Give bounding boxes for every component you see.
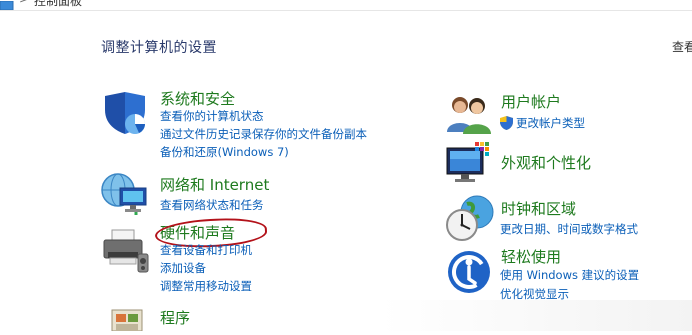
link-view-devices-printers[interactable]: 查看设备和打印机 bbox=[160, 242, 252, 258]
category-title-programs[interactable]: 程序 bbox=[160, 307, 190, 328]
link-recommended-settings[interactable]: 使用 Windows 建议的设置 bbox=[500, 267, 639, 283]
category-title-system-security[interactable]: 系统和安全 bbox=[160, 88, 235, 109]
link-view-network-status[interactable]: 查看网络状态和任务 bbox=[160, 197, 264, 213]
address-bar: > 控制面板 bbox=[0, 0, 692, 11]
link-change-date-time-format[interactable]: 更改日期、时间或数字格式 bbox=[500, 221, 638, 237]
ease-of-access-icon[interactable] bbox=[446, 249, 492, 295]
link-view-computer-status[interactable]: 查看你的计算机状态 bbox=[160, 108, 264, 124]
link-add-device[interactable]: 添加设备 bbox=[160, 260, 206, 276]
breadcrumb-control-panel[interactable]: 控制面板 bbox=[34, 0, 82, 9]
category-title-ease-of-access[interactable]: 轻松使用 bbox=[501, 246, 561, 267]
link-backup-restore-win7[interactable]: 备份和还原(Windows 7) bbox=[160, 144, 289, 160]
category-title-user-accounts[interactable]: 用户帐户 bbox=[501, 91, 561, 112]
network-globe-icon[interactable] bbox=[100, 170, 152, 216]
category-title-clock-region[interactable]: 时钟和区域 bbox=[501, 198, 576, 219]
link-change-account-type-label[interactable]: 更改帐户类型 bbox=[516, 116, 585, 130]
category-title-network[interactable]: 网络和 Internet bbox=[160, 174, 269, 195]
monitor-icon[interactable] bbox=[445, 140, 493, 186]
category-title-appearance[interactable]: 外观和个性化 bbox=[501, 152, 591, 173]
control-panel-icon[interactable] bbox=[0, 0, 14, 10]
view-by-label: 查看 bbox=[672, 40, 692, 54]
uac-shield-icon bbox=[500, 116, 513, 134]
users-icon[interactable] bbox=[445, 94, 493, 134]
link-file-history-backup[interactable]: 通过文件历史记录保存你的文件备份副本 bbox=[160, 126, 367, 142]
shield-icon[interactable] bbox=[101, 92, 151, 138]
bottom-shadow bbox=[380, 300, 692, 331]
programs-icon[interactable] bbox=[106, 306, 150, 332]
printer-icon[interactable] bbox=[100, 228, 152, 274]
page-title: 调整计算机的设置 bbox=[101, 40, 217, 56]
breadcrumb-chevron-icon[interactable]: > bbox=[19, 0, 29, 6]
link-change-account-type[interactable]: 更改帐户类型 bbox=[500, 115, 585, 131]
link-mobility-settings[interactable]: 调整常用移动设置 bbox=[160, 278, 252, 294]
clock-globe-icon[interactable] bbox=[445, 194, 495, 244]
